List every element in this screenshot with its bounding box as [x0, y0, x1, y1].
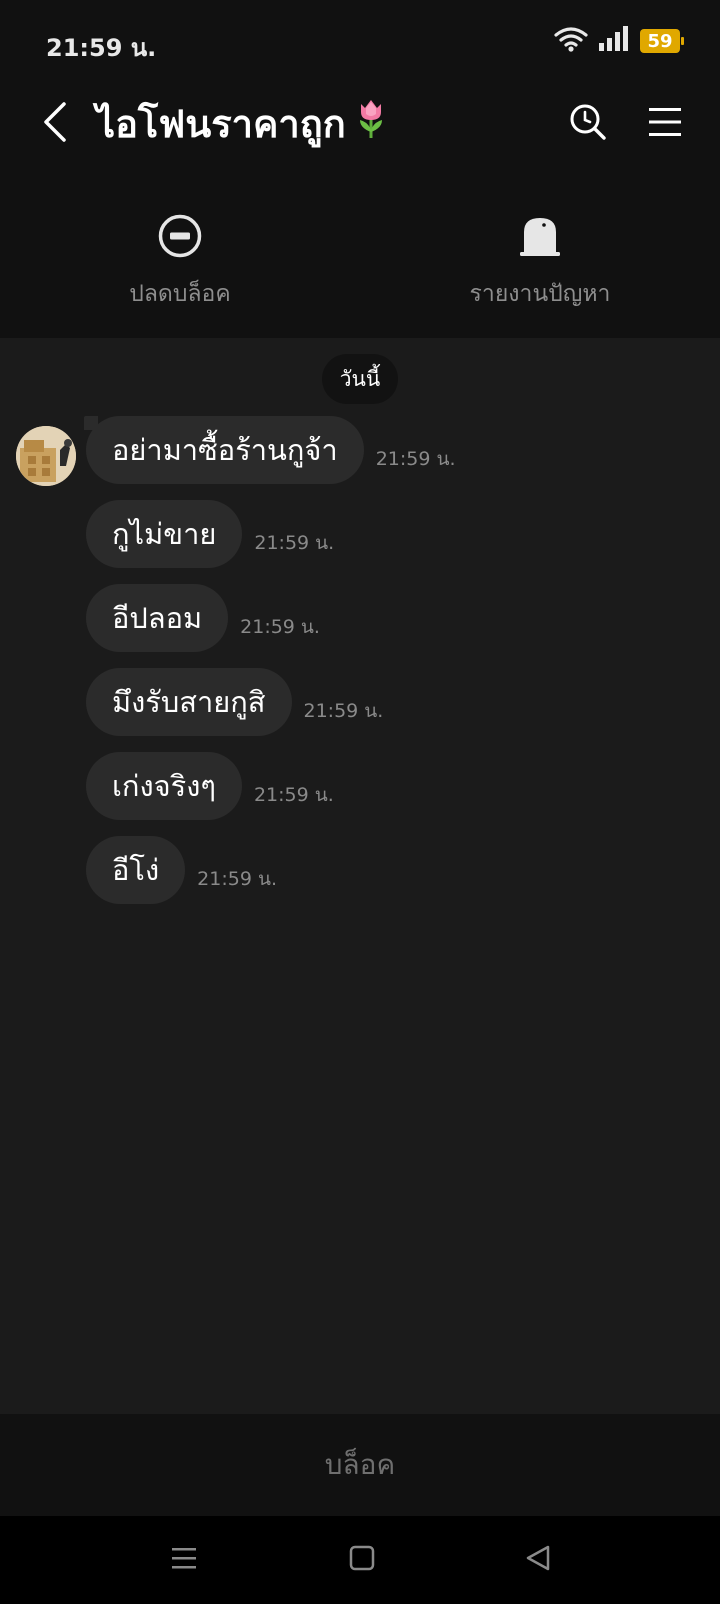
block-button[interactable]: บล็อค — [0, 1414, 720, 1516]
block-label: บล็อค — [324, 1448, 396, 1481]
home-button[interactable] — [340, 1538, 384, 1582]
chat-title-text: ไอโฟนราคาถูก — [96, 102, 346, 146]
list-item: อีโง่ 21:59 น. — [86, 836, 277, 904]
list-item: อีปลอม 21:59 น. — [86, 584, 320, 652]
list-item: เก่งจริงๆ 21:59 น. — [86, 752, 334, 820]
message-time: 21:59 น. — [375, 448, 456, 470]
list-item: กูไม่ขาย 21:59 น. — [86, 500, 334, 568]
unblock-button[interactable]: ปลดบล็อค — [50, 210, 310, 312]
message-bubble[interactable]: อีโง่ — [86, 836, 186, 904]
message-bubble[interactable]: เก่งจริงๆ — [86, 752, 242, 820]
home-icon — [348, 1544, 376, 1576]
status-time: 21:59 น. — [46, 34, 157, 62]
search-button[interactable] — [562, 94, 614, 154]
message-bubble[interactable]: มึงรับสายกูสิ — [86, 668, 292, 736]
message-time: 21:59 น. — [197, 868, 277, 890]
page-title: ไอโฟนราคาถูก — [96, 94, 386, 154]
message-time: 21:59 น. — [303, 700, 384, 722]
message-bubble[interactable]: กูไม่ขาย — [86, 500, 243, 568]
status-icons: 59 — [554, 26, 684, 56]
report-icon — [410, 210, 670, 262]
date-divider: วันนี้ — [322, 354, 398, 404]
message-bubble[interactable]: อย่ามาซื้อร้านกูจ้า — [84, 416, 364, 484]
avatar[interactable] — [16, 426, 76, 486]
status-bar: 21:59 น. 59 — [0, 0, 720, 80]
back-button[interactable] — [30, 94, 80, 154]
tulip-emoji — [356, 97, 386, 157]
message-time: 21:59 น. — [254, 532, 335, 554]
message-list[interactable]: วันนี้ อย่ามาซื้อร้านกูจ้า 21:59 น. กูไม… — [0, 338, 720, 1414]
recent-apps-button[interactable] — [162, 1538, 206, 1582]
list-item: อย่ามาซื้อร้านกูจ้า 21:59 น. — [84, 416, 456, 484]
report-button[interactable]: รายงานปัญหา — [410, 210, 670, 312]
system-nav-bar — [0, 1516, 720, 1604]
battery-icon: 59 — [640, 29, 684, 53]
unblock-label: ปลดบล็อค — [129, 281, 231, 307]
back-arrow-icon — [42, 102, 68, 146]
chat-actions-row: ปลดบล็อค รายงานปัญหา — [0, 200, 720, 338]
wifi-icon — [554, 26, 588, 56]
report-label: รายงานปัญหา — [469, 281, 611, 307]
menu-icon — [648, 106, 682, 142]
search-icon — [569, 103, 607, 145]
list-item: มึงรับสายกูสิ 21:59 น. — [86, 668, 383, 736]
unblock-icon — [50, 210, 310, 262]
message-time: 21:59 น. — [240, 616, 320, 638]
menu-button[interactable] — [642, 94, 688, 154]
message-bubble[interactable]: อีปลอม — [86, 584, 229, 652]
chat-screen: 21:59 น. 59 ไอโฟนราคาถูก ปลดบล็อค รายงาน… — [0, 0, 720, 1604]
signal-icon — [598, 26, 630, 56]
recent-apps-icon — [170, 1544, 198, 1576]
nav-back-icon — [524, 1544, 552, 1576]
nav-back-button[interactable] — [516, 1538, 560, 1582]
message-time: 21:59 น. — [253, 784, 334, 806]
